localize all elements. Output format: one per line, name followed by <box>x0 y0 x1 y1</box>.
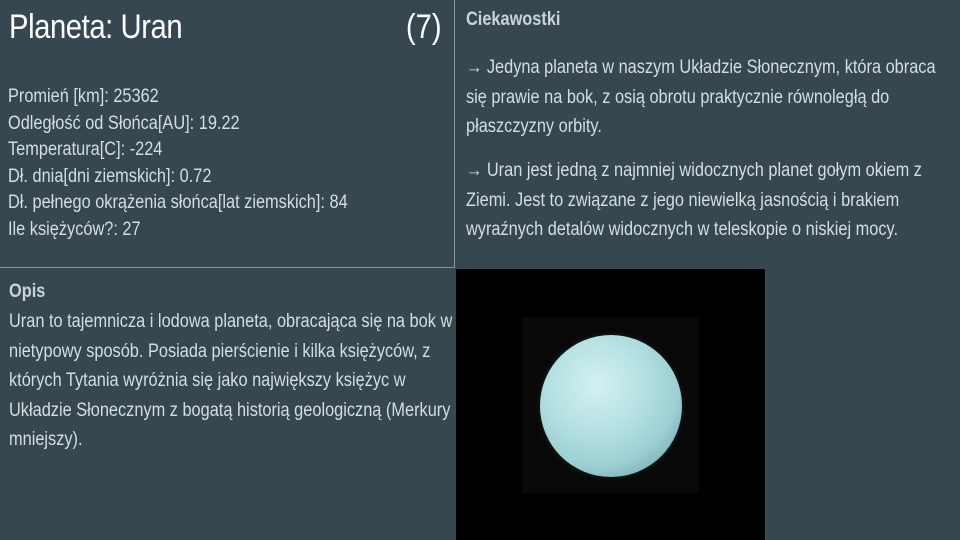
stat-radius: Promień [km]: 25362 <box>8 86 159 107</box>
description-text: Uran to tajemnicza i lodowa planeta, obr… <box>9 311 453 450</box>
stats-list: Promień [km]: 25362 Odległość od Słońca[… <box>8 84 348 243</box>
fun-facts-heading: Ciekawostki <box>466 9 561 30</box>
uranus-planet-icon <box>540 335 682 477</box>
stat-distance: Odległość od Słońca[AU]: 19.22 <box>8 112 240 134</box>
stat-orbit-length: Dł. pełnego okrążenia słońca[lat ziemski… <box>8 192 348 213</box>
stat-moons: Ile księżyców?: 27 <box>8 218 141 240</box>
slide-number: (7) <box>406 8 442 46</box>
fun-fact-item: → Uran jest jedną z najmniej widocznych … <box>466 160 922 240</box>
description-panel: Opis Uran to tajemnicza i lodowa planeta… <box>0 269 455 540</box>
image-frame <box>522 317 699 493</box>
description-heading: Opis <box>9 281 46 302</box>
fun-fact-item: → Jedyna planeta w naszym Układzie Słone… <box>466 57 936 137</box>
uranus-image <box>456 269 765 540</box>
fun-facts-panel: Ciekawostki → Jedyna planeta w naszym Uk… <box>456 0 960 268</box>
planet-stats-panel: Planeta: Uran (7) Promień [km]: 25362 Od… <box>0 0 455 268</box>
page-title: Planeta: Uran <box>9 8 183 46</box>
stat-temperature: Temperatura[C]: -224 <box>8 139 163 160</box>
stat-day-length: Dł. dnia[dni ziemskich]: 0.72 <box>8 165 212 187</box>
